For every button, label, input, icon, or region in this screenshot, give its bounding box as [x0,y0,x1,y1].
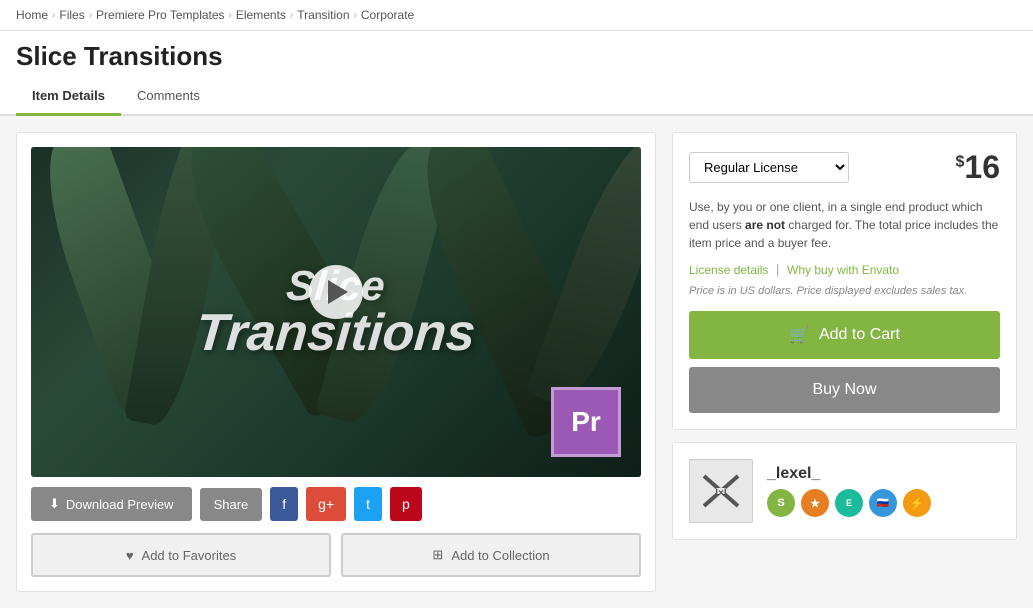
breadcrumb-sep-5: › [354,10,357,21]
breadcrumb-sep-4: › [290,10,293,21]
link-separator: | [776,262,783,277]
license-desc-bold: are not [745,218,785,232]
add-to-cart-button[interactable]: 🛒 Add to Cart [689,311,1000,359]
pinterest-share-button[interactable]: p [390,487,422,521]
breadcrumb-premiere[interactable]: Premiere Pro Templates [96,8,225,22]
author-box: l×l _lexel_ S ★ E 🇷🇺 ⚡ [672,442,1017,540]
badge-sales: S [767,489,795,517]
cart-icon: 🛒 [789,325,809,345]
bottom-actions: ♥ Add to Favorites ⊞ Add to Collection [31,533,641,577]
license-links: License details | Why buy with Envato [689,262,1000,277]
premiere-pro-badge: Pr [551,387,621,457]
price-display: $16 [956,149,1001,186]
tab-item-details[interactable]: Item Details [16,78,121,116]
gplus-share-button[interactable]: g+ [306,487,346,521]
breadcrumb-sep-1: › [52,10,55,21]
buy-now-button[interactable]: Buy Now [689,367,1000,413]
badge-star: ★ [801,489,829,517]
tax-note: Price is in US dollars. Price displayed … [689,285,1000,297]
tab-comments[interactable]: Comments [121,78,216,116]
breadcrumb-elements[interactable]: Elements [236,8,286,22]
tabs-bar: Item Details Comments [0,78,1033,116]
facebook-share-button[interactable]: f [270,487,298,521]
author-name: _lexel_ [767,465,1000,483]
breadcrumb-transition[interactable]: Transition [297,8,349,22]
heart-icon: ♥ [126,548,134,563]
add-to-cart-label: Add to Cart [819,326,900,344]
badge-exclusive: E [835,489,863,517]
play-button[interactable] [309,265,363,319]
premiere-badge-text: Pr [571,406,601,438]
download-icon: ⬇ [49,496,60,512]
author-avatar: l×l [689,459,753,523]
breadcrumb-home[interactable]: Home [16,8,48,22]
why-envato-link[interactable]: Why buy with Envato [787,263,899,277]
download-preview-button[interactable]: ⬇ Download Preview [31,487,192,521]
license-select[interactable]: Regular License Extended License [689,152,849,183]
play-triangle-icon [328,280,348,304]
video-actions: ⬇ Download Preview Share f g+ t p [31,487,641,521]
twitter-share-button[interactable]: t [354,487,382,521]
license-description: Use, by you or one client, in a single e… [689,198,1000,252]
breadcrumb-files[interactable]: Files [59,8,84,22]
breadcrumb-sep-3: › [229,10,232,21]
content-area: Slice Transitions Pr ⬇ Download Preview [0,116,1033,608]
license-row: Regular License Extended License $16 [689,149,1000,186]
add-to-favorites-button[interactable]: ♥ Add to Favorites [31,533,331,577]
purchase-box: Regular License Extended License $16 Use… [672,132,1017,430]
svg-text:l×l: l×l [715,488,727,499]
author-info: _lexel_ S ★ E 🇷🇺 ⚡ [767,465,1000,517]
right-column: Regular License Extended License $16 Use… [672,132,1017,592]
favorites-label: Add to Favorites [142,548,237,563]
main-layout: Slice Transitions Pr ⬇ Download Preview [0,116,1033,608]
breadcrumb-sep-2: › [89,10,92,21]
badge-power: ⚡ [903,489,931,517]
author-avatar-svg: l×l [696,466,746,516]
breadcrumb-corporate[interactable]: Corporate [361,8,414,22]
license-details-link[interactable]: License details [689,263,768,277]
breadcrumb: Home › Files › Premiere Pro Templates › … [0,0,1033,31]
collection-icon: ⊞ [432,547,443,563]
video-preview[interactable]: Slice Transitions Pr [31,147,641,477]
badge-country: 🇷🇺 [869,489,897,517]
share-button[interactable]: Share [200,488,263,521]
download-preview-label: Download Preview [66,497,174,512]
collection-label: Add to Collection [451,548,549,563]
page-title: Slice Transitions [0,31,1033,78]
left-column: Slice Transitions Pr ⬇ Download Preview [16,132,656,592]
author-badges: S ★ E 🇷🇺 ⚡ [767,489,1000,517]
item-card: Slice Transitions Pr ⬇ Download Preview [16,132,656,592]
add-to-collection-button[interactable]: ⊞ Add to Collection [341,533,641,577]
